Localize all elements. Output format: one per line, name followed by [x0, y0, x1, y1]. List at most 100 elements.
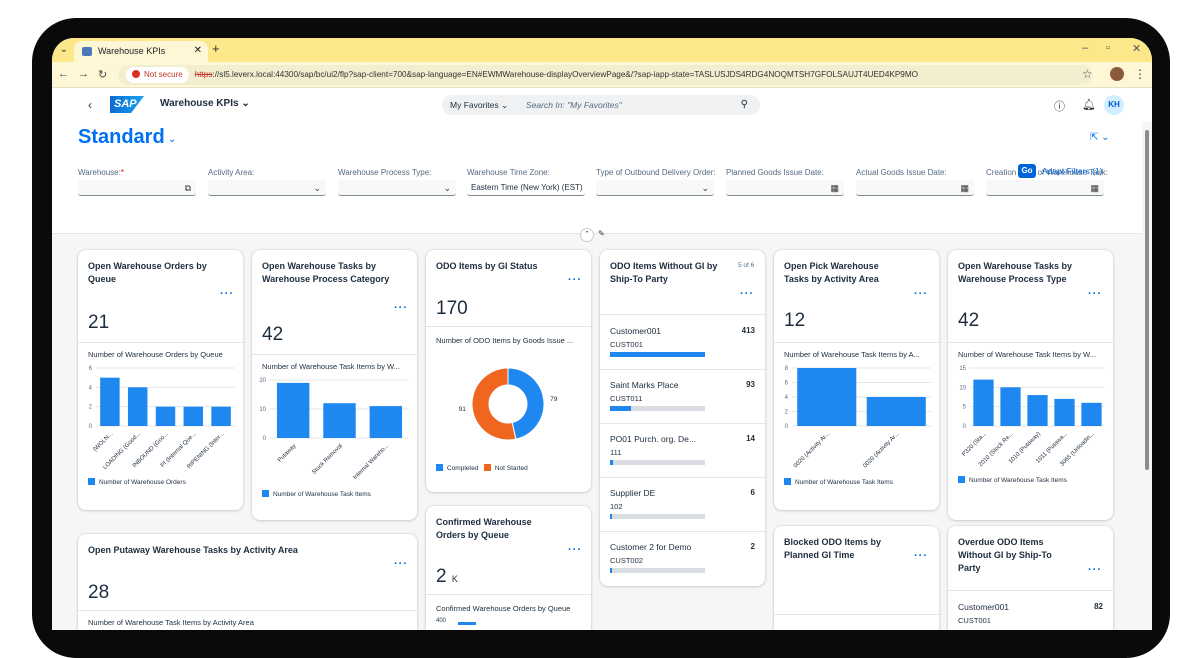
kpi-value: 170: [436, 298, 468, 319]
user-avatar[interactable]: KH: [1104, 95, 1124, 115]
activity-area-select[interactable]: ⌄: [208, 180, 326, 196]
actual-gi-date-picker[interactable]: ▦: [856, 180, 974, 196]
card-open-wo-by-queue[interactable]: Open Warehouse Orders by Queue ··· 21 Nu…: [78, 250, 243, 510]
page-scrollbar[interactable]: [1142, 122, 1152, 630]
search-icon[interactable]: ⚲: [741, 95, 748, 115]
x-tick-label: 0020 (Activity Ar...: [793, 431, 831, 469]
variant-title[interactable]: Standard: [78, 126, 165, 149]
legend-swatch: [784, 478, 791, 485]
donut-chart: 79 91: [459, 367, 558, 441]
list-item-bar: [610, 460, 705, 465]
search-scope-label: My Favorites: [450, 100, 499, 110]
value-help-icon[interactable]: ⧉: [185, 180, 191, 196]
close-window-icon[interactable]: ✕: [1132, 42, 1141, 55]
x-tick-label: 0020 (Activity Ar...: [862, 431, 900, 469]
forward-arrow-icon[interactable]: →: [78, 68, 89, 80]
card-open-putaway-wt-by-activity-area[interactable]: Open Putaway Warehouse Tasks by Activity…: [78, 534, 417, 630]
card-odo-items-by-gi-status[interactable]: ODO Items by GI Status ··· 170 Number of…: [426, 250, 591, 492]
notification-bell-icon[interactable]: 🔔︎: [1082, 98, 1096, 111]
bookmark-star-icon[interactable]: ☆: [1082, 67, 1093, 81]
list-item[interactable]: Supplier DE 6 102: [600, 478, 765, 532]
card-overdue-odo-without-gi[interactable]: Overdue ODO Items Without GI by Ship-To …: [948, 526, 1113, 630]
legend-label: Number of Warehouse Task Items: [273, 491, 371, 498]
new-tab-icon[interactable]: +: [212, 42, 220, 56]
pin-header-icon[interactable]: ✎: [598, 229, 605, 238]
calendar-icon[interactable]: ▦: [830, 180, 839, 196]
close-tab-icon[interactable]: ✕: [194, 45, 202, 56]
kpi-value: 42: [262, 324, 284, 345]
list-item[interactable]: PO01 Purch. org. De... 14 111: [600, 424, 765, 478]
card-title: Open Warehouse Tasks by Warehouse Proces…: [958, 261, 1073, 284]
process-type-select[interactable]: ⌄: [338, 180, 456, 196]
list-item-id: CUST011: [610, 394, 643, 403]
browser-menu-icon[interactable]: ⋮: [1134, 67, 1146, 81]
card-open-pick-wt-by-activity-area[interactable]: Open Pick Warehouse Tasks by Activity Ar…: [774, 250, 939, 510]
back-arrow-icon[interactable]: ←: [58, 68, 69, 80]
more-icon[interactable]: ···: [740, 288, 754, 300]
y-tick-label: 15: [959, 366, 966, 372]
more-icon[interactable]: ···: [914, 288, 928, 300]
card-title: ODO Items Without GI by Ship-To Party: [610, 261, 718, 284]
collapse-header-icon[interactable]: ⌃: [580, 228, 594, 242]
restore-icon[interactable]: ▫: [1106, 42, 1110, 54]
chevron-down-icon: ⌄: [443, 183, 451, 193]
list-item-value: 2: [750, 542, 755, 551]
filter-label-warehouse: Warehouse:*: [78, 168, 124, 177]
task-creation-date-picker[interactable]: ▦: [986, 180, 1104, 196]
shell-search[interactable]: My Favorites ⌄ Search In: "My Favorites"…: [442, 95, 760, 115]
sap-logo[interactable]: SAP: [110, 96, 144, 113]
delivery-type-select[interactable]: ⌄: [596, 180, 714, 196]
tab-list-icon[interactable]: ⌄: [56, 42, 72, 58]
card-title: Open Warehouse Tasks by Warehouse Proces…: [262, 261, 390, 284]
list-item-id: CUST001: [610, 340, 643, 349]
card-open-wt-by-process-category[interactable]: Open Warehouse Tasks by Warehouse Proces…: [252, 250, 417, 520]
more-icon[interactable]: ···: [394, 302, 408, 314]
more-icon[interactable]: ···: [568, 274, 582, 286]
y-tick-label: 0: [963, 424, 967, 430]
more-icon[interactable]: ···: [394, 558, 408, 570]
go-button[interactable]: Go: [1018, 164, 1036, 178]
adapt-filters-button[interactable]: Adapt Filters (1): [1042, 166, 1102, 176]
shell-back-icon[interactable]: ‹: [88, 98, 92, 112]
list-item-name[interactable]: Customer001: [958, 602, 1009, 612]
warehouse-input[interactable]: ⧉: [78, 180, 196, 196]
calendar-icon[interactable]: ▦: [960, 180, 969, 196]
list-item[interactable]: Customer 2 for Demo 2 CUST002: [600, 532, 765, 586]
planned-gi-date-picker[interactable]: ▦: [726, 180, 844, 196]
list-item-name: Saint Marks Place: [610, 380, 679, 390]
calendar-icon[interactable]: ▦: [1090, 180, 1099, 196]
browser-tab[interactable]: Warehouse KPIs ✕: [74, 41, 208, 62]
chart-subtitle: Number of Warehouse Orders by Queue: [88, 350, 223, 359]
list-item-bar: [610, 568, 705, 573]
legend-label: Number of Warehouse Orders: [99, 479, 186, 486]
app-title-menu[interactable]: Warehouse KPIs ⌄: [160, 98, 250, 109]
reload-icon[interactable]: ↻: [98, 68, 107, 81]
variant-chevron-icon[interactable]: ⌄: [168, 134, 176, 145]
card-odo-without-gi-by-ship-to[interactable]: ODO Items Without GI by Ship-To Party 5 …: [600, 250, 765, 586]
list-item[interactable]: Saint Marks Place 93 CUST011: [600, 370, 765, 424]
list-item[interactable]: Customer001 413 CUST001: [600, 316, 765, 370]
search-scope-select[interactable]: My Favorites ⌄: [450, 95, 508, 115]
more-icon[interactable]: ···: [1088, 288, 1102, 300]
profile-icon[interactable]: [1110, 67, 1124, 81]
chart-subtitle: Number of Warehouse Task Items by W...: [262, 362, 400, 371]
chart-legend: Number of Warehouse Task Items: [958, 476, 1067, 484]
address-bar[interactable]: Not secure https://sl5.leverx.local:44300…: [118, 65, 1092, 85]
scrollbar-thumb[interactable]: [1145, 130, 1149, 470]
more-icon[interactable]: ···: [220, 288, 234, 300]
card-blocked-odo-by-planned-gi-time[interactable]: Blocked ODO Items by Planned GI Time ···: [774, 526, 939, 630]
filter-label-process-type: Warehouse Process Type:: [338, 168, 432, 177]
bar: [155, 406, 176, 426]
bar: [100, 377, 120, 426]
time-zone-select[interactable]: Eastern Time (New York) (EST): [467, 180, 585, 196]
share-icon[interactable]: ⇱ ⌄: [1090, 132, 1110, 143]
card-open-wt-by-process-type[interactable]: Open Warehouse Tasks by Warehouse Proces…: [948, 250, 1113, 520]
help-icon[interactable]: ⓘ: [1054, 98, 1065, 114]
more-icon[interactable]: ···: [1088, 564, 1102, 576]
minimize-icon[interactable]: –: [1082, 42, 1088, 54]
more-icon[interactable]: ···: [914, 550, 928, 562]
card-title: Open Putaway Warehouse Tasks by Activity…: [88, 545, 298, 555]
more-icon[interactable]: ···: [568, 544, 582, 556]
card-confirmed-wo-by-queue[interactable]: Confirmed Warehouse Orders by Queue ··· …: [426, 506, 591, 630]
not-secure-badge[interactable]: Not secure: [126, 67, 189, 83]
